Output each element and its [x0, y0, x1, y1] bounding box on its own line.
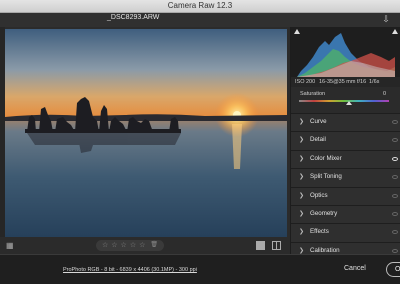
- filmstrip-icon[interactable]: ▦: [6, 241, 17, 250]
- filename-label: _DSC8293.ARW: [107, 14, 160, 21]
- chevron-right-icon: ❯: [299, 155, 305, 162]
- histogram: [291, 27, 400, 77]
- eye-icon[interactable]: [392, 248, 398, 253]
- window-title: Camera Raw 12.3: [167, 1, 233, 10]
- workflow-options-link[interactable]: ProPhoto RGB - 8 bit - 6839 x 4406 (30.1…: [63, 267, 197, 273]
- chevron-right-icon: ❯: [299, 192, 305, 199]
- star-5-icon[interactable]: ☆: [139, 240, 145, 251]
- saturation-label: Saturation: [300, 91, 326, 97]
- saturation-control: Saturation 0: [291, 89, 400, 107]
- section-label: Effects: [310, 228, 329, 236]
- open-button[interactable]: O: [386, 262, 400, 277]
- section-split-toning[interactable]: ❯ Split Toning: [291, 168, 400, 187]
- top-toolbar: _DSC8293.ARW ⇩: [0, 13, 400, 27]
- eye-icon[interactable]: [392, 230, 398, 235]
- section-label: Detail: [310, 136, 326, 144]
- window-titlebar: Camera Raw 12.3: [0, 0, 400, 13]
- section-label: Calibration: [310, 246, 340, 254]
- chevron-right-icon: ❯: [299, 137, 305, 144]
- image-preview[interactable]: [5, 29, 287, 237]
- eye-icon[interactable]: [392, 120, 398, 124]
- edit-panel: ISO 200 16-35@35 mm f/16 1/6s Saturation…: [290, 27, 400, 261]
- histogram-graph: [297, 33, 395, 77]
- section-effects[interactable]: ❯ Effects: [291, 223, 400, 242]
- save-icon[interactable]: ⇩: [381, 14, 391, 25]
- eye-icon[interactable]: [392, 138, 398, 143]
- section-geometry[interactable]: ❯ Geometry: [291, 204, 400, 224]
- section-label: Split Toning: [310, 173, 342, 181]
- chevron-right-icon: ❯: [299, 210, 305, 217]
- chevron-right-icon: ❯: [299, 119, 305, 125]
- star-2-icon[interactable]: ☆: [111, 240, 117, 251]
- section-color-mixer[interactable]: ❯ Color Mixer: [291, 149, 400, 169]
- chevron-right-icon: ❯: [299, 174, 305, 181]
- eye-icon[interactable]: [392, 193, 398, 198]
- section-label: Optics: [310, 191, 328, 199]
- star-3-icon[interactable]: ☆: [121, 240, 127, 251]
- section-curve[interactable]: ❯ Curve: [291, 113, 400, 132]
- iso-value: ISO 200: [295, 79, 316, 85]
- camera-info-bar: ISO 200 16-35@35 mm f/16 1/6s: [291, 77, 400, 87]
- eye-icon[interactable]: [392, 211, 398, 216]
- section-label: Curve: [310, 118, 327, 125]
- saturation-slider-thumb[interactable]: [346, 101, 352, 105]
- trash-icon[interactable]: 🗑: [150, 240, 158, 251]
- section-optics[interactable]: ❯ Optics: [291, 186, 400, 205]
- eye-icon[interactable]: [392, 156, 398, 161]
- saturation-slider-track[interactable]: [299, 100, 389, 102]
- section-label: Color Mixer: [310, 154, 342, 162]
- single-view-icon[interactable]: [256, 241, 265, 250]
- cancel-button[interactable]: Cancel: [344, 265, 366, 272]
- chevron-right-icon: ❯: [299, 229, 305, 236]
- eye-icon[interactable]: [392, 175, 398, 180]
- shutter-value: 1/6s: [369, 79, 380, 85]
- preview-photo: [5, 29, 287, 237]
- star-4-icon[interactable]: ☆: [130, 240, 136, 251]
- lens-value: 16-35@35 mm: [319, 79, 356, 85]
- star-rating[interactable]: ☆ ☆ ☆ ☆ ☆ 🗑: [96, 240, 164, 251]
- aperture-value: f/16: [357, 79, 367, 85]
- preview-bottom-bar: ▦ ☆ ☆ ☆ ☆ ☆ 🗑: [0, 237, 290, 254]
- section-detail[interactable]: ❯ Detail: [291, 131, 400, 150]
- edit-sections: ❯ Curve ❯ Detail ❯ Color Mixer ❯ Split T…: [291, 113, 400, 261]
- compare-view-icon[interactable]: [272, 241, 281, 250]
- section-label: Geometry: [310, 209, 338, 217]
- saturation-value[interactable]: 0: [383, 91, 386, 97]
- footer-bar: ProPhoto RGB - 8 bit - 6839 x 4406 (30.1…: [0, 254, 400, 284]
- star-1-icon[interactable]: ☆: [102, 240, 108, 251]
- chevron-right-icon: ❯: [299, 247, 305, 254]
